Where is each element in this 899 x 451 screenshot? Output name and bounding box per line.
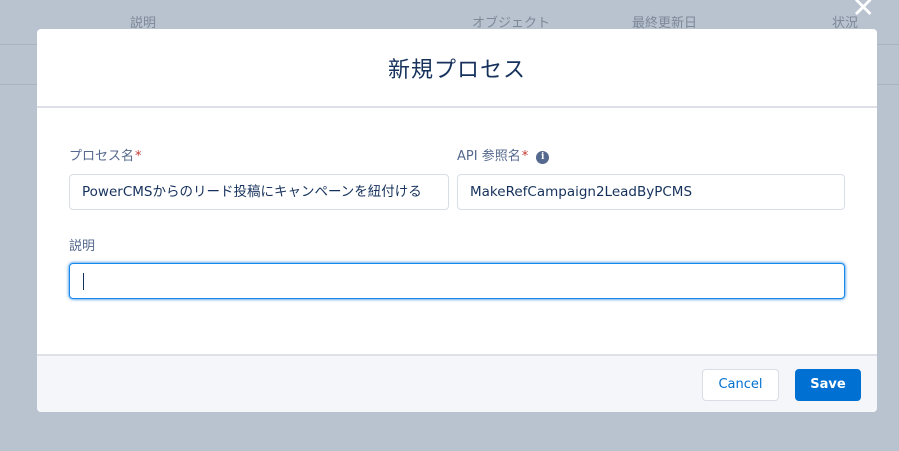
process-name-label-text: プロセス名 [69, 149, 135, 164]
api-name-label: API 参照名* i [457, 145, 550, 164]
cancel-button[interactable]: Cancel [702, 369, 779, 401]
close-icon[interactable]: ✕ [852, 0, 875, 22]
info-icon[interactable]: i [536, 151, 550, 164]
modal-header: 新規プロセス [37, 29, 877, 108]
modal-body: プロセス名* PowerCMSからのリード投稿にキャンペーンを紐付ける API … [37, 108, 877, 354]
new-process-modal: 新規プロセス プロセス名* PowerCMSからのリード投稿にキャンペーンを紐付… [37, 29, 877, 412]
save-button[interactable]: Save [795, 369, 861, 401]
description-input[interactable] [69, 263, 845, 299]
required-marker: * [135, 149, 142, 164]
text-caret [83, 273, 84, 290]
api-name-input[interactable]: MakeRefCampaign2LeadByPCMS [457, 174, 845, 210]
modal-footer: Cancel Save [37, 354, 877, 412]
required-marker: * [521, 149, 529, 164]
description-label: 説明 [69, 239, 96, 254]
modal-title: 新規プロセス [387, 57, 526, 83]
process-name-label: プロセス名* [69, 145, 142, 164]
api-name-label-text: API 参照名 [457, 149, 521, 164]
process-name-input[interactable]: PowerCMSからのリード投稿にキャンペーンを紐付ける [69, 174, 449, 210]
